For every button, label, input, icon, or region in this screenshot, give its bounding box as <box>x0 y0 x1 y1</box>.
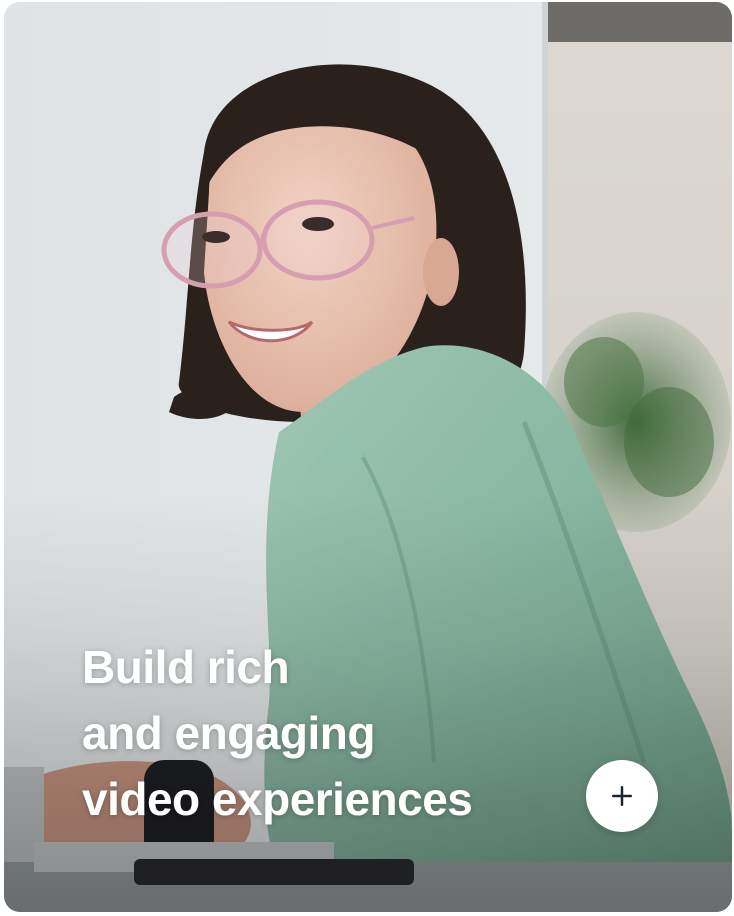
card-headline: Build rich and engaging video experience… <box>82 634 562 832</box>
headline-line-3: video experiences <box>82 773 473 825</box>
headline-line-1: Build rich <box>82 641 290 693</box>
plus-icon <box>612 786 632 806</box>
headline-line-2: and engaging <box>82 707 376 759</box>
promo-card[interactable]: Build rich and engaging video experience… <box>4 2 732 912</box>
expand-button[interactable] <box>586 760 658 832</box>
